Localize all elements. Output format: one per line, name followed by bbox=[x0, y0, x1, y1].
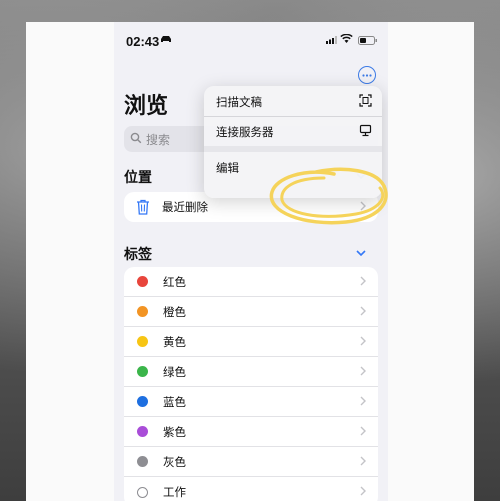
chevron-right-icon bbox=[360, 366, 366, 376]
trash-icon bbox=[137, 199, 149, 215]
chevron-right-icon bbox=[360, 456, 366, 466]
status-bar: 02:43 bbox=[114, 22, 388, 58]
chevron-right-icon bbox=[360, 486, 366, 496]
tag-label: 橙色 bbox=[163, 304, 186, 319]
chevron-right-icon bbox=[360, 396, 366, 406]
list-item-label: 最近删除 bbox=[162, 200, 208, 214]
chevron-right-icon bbox=[360, 306, 366, 316]
chevron-right-icon bbox=[360, 201, 366, 211]
tags-list: 红色 橙色 黄色 绿色 蓝色 紫色 灰色 工作 bbox=[124, 267, 378, 501]
gray-tag-dot-icon bbox=[137, 456, 148, 467]
tag-item-gray[interactable]: 灰色 bbox=[124, 447, 378, 477]
tag-item-red[interactable]: 红色 bbox=[124, 267, 378, 297]
menu-item-connect-server[interactable]: 连接服务器 bbox=[204, 116, 382, 146]
menu-item-label: 扫描文稿 bbox=[216, 95, 262, 109]
tag-label: 紫色 bbox=[163, 424, 186, 439]
scan-document-icon bbox=[359, 94, 372, 107]
menu-item-scan-documents[interactable]: 扫描文稿 bbox=[204, 86, 382, 116]
red-tag-dot-icon bbox=[137, 276, 148, 287]
work-tag-dot-icon bbox=[137, 486, 148, 498]
search-icon bbox=[130, 132, 142, 144]
tag-label: 绿色 bbox=[163, 364, 186, 379]
tag-label: 蓝色 bbox=[163, 394, 186, 409]
chevron-right-icon bbox=[360, 426, 366, 436]
green-tag-dot-icon bbox=[137, 366, 148, 377]
wifi-icon bbox=[340, 34, 353, 43]
orange-tag-dot-icon bbox=[137, 306, 148, 317]
tag-item-blue[interactable]: 蓝色 bbox=[124, 387, 378, 417]
ellipsis-icon bbox=[362, 73, 372, 77]
battery-icon bbox=[358, 36, 377, 45]
tag-label: 黄色 bbox=[163, 334, 186, 349]
menu-item-label: 编辑 bbox=[216, 161, 239, 175]
more-options-menu: 扫描文稿 连接服务器 编辑 bbox=[204, 86, 382, 198]
purple-tag-dot-icon bbox=[137, 426, 148, 437]
car-icon bbox=[161, 36, 171, 42]
cellular-signal-icon bbox=[326, 36, 337, 44]
chevron-right-icon bbox=[360, 276, 366, 286]
blue-tag-dot-icon bbox=[137, 396, 148, 407]
tags-heading: 标签 bbox=[124, 247, 152, 263]
menu-item-edit[interactable]: 编辑 bbox=[204, 152, 382, 182]
locations-heading: 位置 bbox=[124, 170, 152, 186]
phone-screen: 02:43 浏览 搜索 位置 最近删除 标签 红色 橙色 黄色 绿色 蓝色 紫色… bbox=[114, 22, 388, 501]
monitor-icon bbox=[359, 124, 372, 137]
search-placeholder: 搜索 bbox=[146, 133, 171, 147]
tag-item-purple[interactable]: 紫色 bbox=[124, 417, 378, 447]
tag-item-work[interactable]: 工作 bbox=[124, 477, 378, 501]
chevron-right-icon bbox=[360, 336, 366, 346]
tag-item-green[interactable]: 绿色 bbox=[124, 357, 378, 387]
more-options-button[interactable] bbox=[358, 66, 376, 84]
yellow-tag-dot-icon bbox=[137, 336, 148, 347]
tag-label: 工作 bbox=[163, 485, 186, 499]
tag-item-orange[interactable]: 橙色 bbox=[124, 297, 378, 327]
menu-item-label: 连接服务器 bbox=[216, 125, 274, 139]
tag-label: 灰色 bbox=[163, 454, 186, 469]
status-time: 02:43 bbox=[126, 34, 160, 49]
tag-item-yellow[interactable]: 黄色 bbox=[124, 327, 378, 357]
chevron-down-icon[interactable] bbox=[356, 250, 366, 257]
page-title: 浏览 bbox=[124, 94, 169, 119]
tag-label: 红色 bbox=[163, 274, 186, 289]
